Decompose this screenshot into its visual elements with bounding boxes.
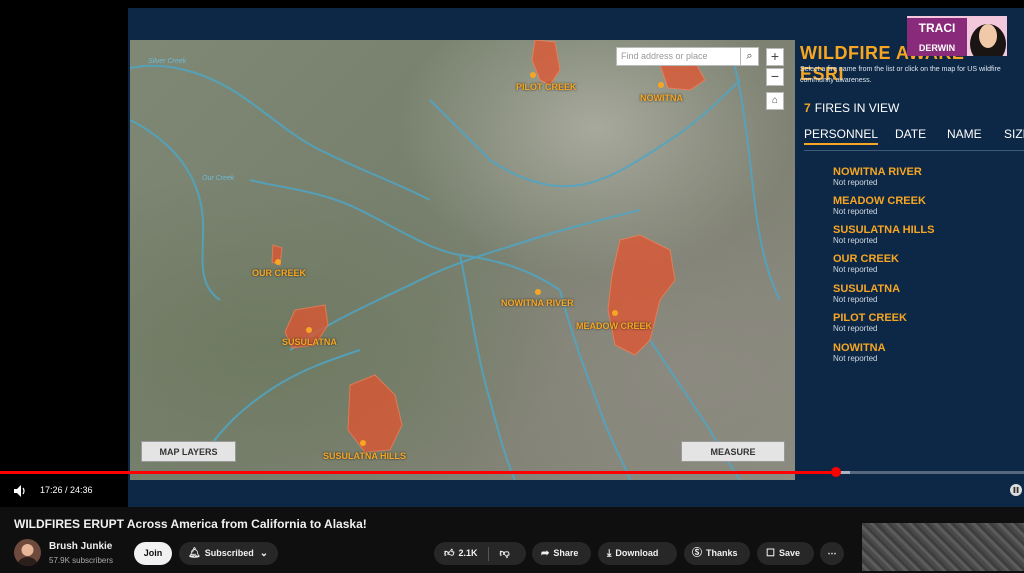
river-label-silver-creek: Silver Creek xyxy=(148,58,187,65)
fire-status: Not reported xyxy=(833,207,878,216)
fire-label-susulatna-hills[interactable]: SUSULATNA HILLS xyxy=(323,451,406,461)
volume-icon[interactable] xyxy=(12,484,26,498)
chevron-down-icon: ⌄ xyxy=(259,548,269,559)
thanks-button[interactable]: Ⓢ Thanks xyxy=(684,542,750,565)
fire-list-item[interactable]: SUSULATNA HILLS Not reported xyxy=(833,224,934,245)
video-player[interactable]: Silver Creek Our Creek PILOT CREEK NOWIT… xyxy=(0,0,1024,507)
fire-label-nowitna-river[interactable]: NOWITNA RIVER xyxy=(501,298,574,308)
bookmark-icon: ☐ xyxy=(766,548,775,559)
fire-name: MEADOW CREEK xyxy=(833,195,926,207)
map-terrain xyxy=(130,40,781,480)
zoom-out-button[interactable]: − xyxy=(766,68,784,86)
progress-fill xyxy=(0,471,836,474)
fire-list-item[interactable]: NOWITNA RIVER Not reported xyxy=(833,166,922,187)
subscribed-button[interactable]: 🔔︎ Subscribed ⌄ xyxy=(179,542,278,565)
scrubber-handle[interactable] xyxy=(830,467,841,477)
channel-name[interactable]: Brush Junkie xyxy=(49,541,112,552)
fire-label-pilot-creek[interactable]: PILOT CREEK xyxy=(516,82,577,92)
tab-name[interactable]: NAME xyxy=(947,127,982,141)
pause-icon[interactable] xyxy=(1010,484,1022,496)
like-count: 2.1K xyxy=(458,548,478,558)
share-button[interactable]: ➦ Share xyxy=(532,542,591,565)
time-display: 17:26 / 24:36 xyxy=(40,485,93,495)
tab-date[interactable]: DATE xyxy=(895,127,926,141)
home-icon[interactable]: ⌂ xyxy=(766,92,784,110)
fire-status: Not reported xyxy=(833,295,878,304)
fire-status: Not reported xyxy=(833,324,878,333)
fire-label-susulatna[interactable]: SUSULATNA xyxy=(282,337,337,347)
wildfire-map[interactable]: Silver Creek Our Creek PILOT CREEK NOWIT… xyxy=(130,40,795,480)
fire-list-item[interactable]: SUSULATNA Not reported xyxy=(833,283,900,304)
panel-description: Select a fire name from the list or clic… xyxy=(800,66,1001,84)
fire-name: NOWITNA xyxy=(833,342,886,354)
fire-list-item[interactable]: PILOT CREEK Not reported xyxy=(833,312,907,333)
tab-size[interactable]: SIZE xyxy=(1004,127,1024,141)
thumbs-up-icon: 👍︎ xyxy=(444,548,455,559)
player-controls: 17:26 / 24:36 xyxy=(0,480,1024,502)
join-button[interactable]: Join xyxy=(134,542,172,565)
save-label: Save xyxy=(778,548,800,558)
subscribed-label: Subscribed xyxy=(204,548,254,558)
map-search-input[interactable]: Find address or place xyxy=(616,47,758,66)
panel-divider xyxy=(804,150,1024,151)
fires-in-view-label: FIRES IN VIEW xyxy=(814,101,900,115)
like-button[interactable]: 👍︎ 2.1K xyxy=(444,548,478,559)
fire-status: Not reported xyxy=(833,265,878,274)
fire-label-meadow-creek[interactable]: MEADOW CREEK xyxy=(576,321,652,331)
thumbs-down-icon: 👎︎ xyxy=(499,548,510,559)
fire-list-panel: WILDFIRE AWARE - ESRI Select a fire name… xyxy=(800,40,1024,480)
download-icon: ⤓ xyxy=(607,548,612,559)
fire-list-item[interactable]: OUR CREEK Not reported xyxy=(833,253,899,274)
measure-button[interactable]: MEASURE xyxy=(681,441,785,462)
fire-label-our-creek[interactable]: OUR CREEK xyxy=(252,268,306,278)
presenter-overlay: TRACI DERWIN xyxy=(907,16,1007,56)
more-icon: ⋯ xyxy=(827,548,837,558)
download-button[interactable]: ⤓ Download xyxy=(598,542,677,565)
video-title: WILDFIRES ERUPT Across America from Cali… xyxy=(14,517,367,531)
more-actions-button[interactable]: ⋯ xyxy=(820,542,844,565)
channel-avatar[interactable] xyxy=(14,539,41,566)
fires-count: 7 xyxy=(804,101,811,115)
fire-name: SUSULATNA HILLS xyxy=(833,224,935,236)
tab-personnel[interactable]: PERSONNEL xyxy=(804,127,879,145)
thanks-icon: Ⓢ xyxy=(692,548,702,559)
share-label: Share xyxy=(553,548,579,558)
video-info: WILDFIRES ERUPT Across America from Cali… xyxy=(0,507,1024,573)
map-layers-button[interactable]: MAP LAYERS xyxy=(141,441,236,462)
fire-list-item[interactable]: MEADOW CREEK Not reported xyxy=(833,195,926,216)
like-dislike-group: 👍︎ 2.1K 👎︎ xyxy=(434,542,526,565)
fire-name: PILOT CREEK xyxy=(833,312,907,324)
share-icon: ➦ xyxy=(541,548,550,559)
presenter-name-line1: TRACI xyxy=(907,18,967,38)
fire-name: OUR CREEK xyxy=(833,253,900,265)
fires-in-view: 7 FIRES IN VIEW xyxy=(804,101,899,115)
fire-status: Not reported xyxy=(833,178,878,187)
fire-status: Not reported xyxy=(833,354,878,363)
presenter-name-line2: DERWIN xyxy=(907,38,967,56)
save-button[interactable]: ☐ Save xyxy=(757,542,814,565)
fire-list-item[interactable]: NOWITNA Not reported xyxy=(833,342,886,363)
progress-bar[interactable] xyxy=(0,467,1024,477)
thanks-label: Thanks xyxy=(706,548,738,558)
zoom-in-button[interactable]: + xyxy=(766,48,784,66)
presenter-avatar xyxy=(970,24,1006,56)
fire-label-nowitna[interactable]: NOWITNA xyxy=(640,93,683,103)
like-divider xyxy=(487,546,489,561)
river-label-our-creek: Our Creek xyxy=(202,175,235,182)
dislike-button[interactable]: 👎︎ xyxy=(500,548,514,559)
search-icon[interactable]: ⌕ xyxy=(740,47,759,66)
fire-name: NOWITNA RIVER xyxy=(833,166,922,178)
fire-status: Not reported xyxy=(833,236,878,245)
related-video-thumbnail[interactable] xyxy=(862,523,1024,571)
bell-icon: 🔔︎ xyxy=(188,548,201,559)
subscriber-count: 57.9K subscribers xyxy=(49,556,114,565)
download-label: Download xyxy=(615,548,659,558)
fire-name: SUSULATNA xyxy=(833,283,901,295)
